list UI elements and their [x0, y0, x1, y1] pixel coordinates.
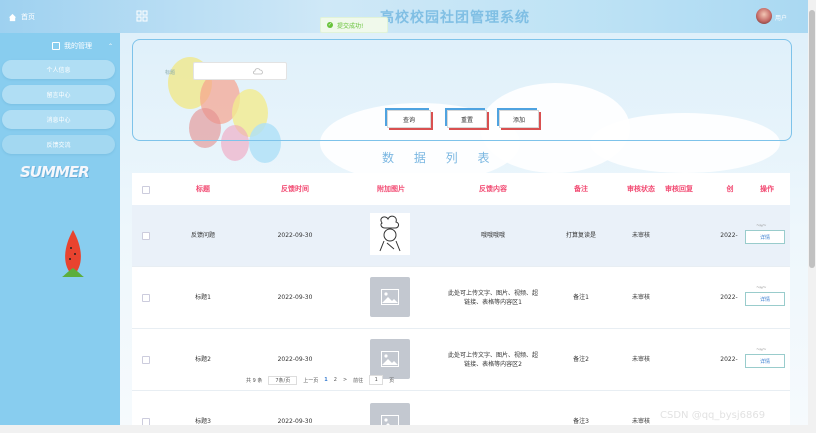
page-1-button[interactable]: 1	[324, 377, 327, 383]
avatar[interactable]	[756, 8, 772, 24]
sidebar-item-news[interactable]: 消息中心	[2, 110, 115, 129]
image-icon	[381, 289, 399, 305]
main-content: 标题 查询 重置 添加 数 据 列 表 标题 反馈时间 附加图片 反馈内容 备注…	[120, 33, 808, 433]
column-header: 附加图片	[377, 185, 405, 193]
sidebar-item-label: 消息中心	[46, 117, 71, 124]
select-all-checkbox[interactable]	[142, 186, 150, 194]
cell-remark: 备注1	[573, 294, 589, 301]
cell-remark: 打算复读是	[565, 232, 596, 239]
cell-time: 2022-09-30	[277, 232, 313, 239]
chef-sketch-image[interactable]	[370, 213, 410, 255]
column-header: 审核状态	[627, 185, 655, 193]
chevron-up-icon: ⌃	[108, 42, 114, 50]
home-icon	[8, 13, 17, 21]
page-2-button[interactable]: 2	[334, 377, 337, 383]
watermark: CSDN @qq_bysj6869	[660, 410, 766, 421]
column-header: 操作	[760, 185, 774, 193]
table-row: 标题1 2022-09-30 此处可上传文字、图片、视频、超链接、表格等内容区1…	[132, 267, 790, 329]
table-row: 标题2 2022-09-30 此处可上传文字、图片、视频、超链接、表格等内容区2…	[132, 329, 790, 391]
table-row: 反馈问题 2022-09-30 哦哦哦哦 打算复读是 未审核 2022- ~≈~…	[132, 205, 790, 267]
title-search-input[interactable]	[193, 62, 287, 80]
cell-title: 标题2	[195, 356, 211, 363]
cell-content: 哦哦哦哦	[480, 232, 505, 239]
cell-status: 未审核	[631, 232, 650, 239]
row-checkbox[interactable]	[142, 232, 150, 240]
detail-button[interactable]: 详情	[745, 230, 785, 244]
goto-page-input[interactable]: 1	[369, 375, 384, 385]
watermelon-illustration	[62, 230, 84, 277]
image-placeholder[interactable]	[370, 339, 410, 379]
cell-title: 反馈问题	[190, 232, 215, 239]
column-header: 标题	[196, 185, 210, 193]
sidebar-item-label: 个人信息	[46, 67, 71, 74]
sidebar: 我的管理 ⌃ 个人信息 留言中心 消息中心 反馈交流 SUMMER	[0, 33, 120, 433]
column-header: 创	[726, 185, 734, 193]
prev-page-button[interactable]: 上一页	[303, 377, 318, 384]
section-title: 数 据 列 表	[382, 151, 498, 165]
cell-title: 标题1	[195, 294, 211, 301]
cell-status: 未审核	[631, 356, 650, 363]
scrollbar-thumb[interactable]	[809, 10, 815, 268]
check-icon: ✓	[327, 22, 333, 28]
toast-text: 提交成功!	[337, 22, 364, 30]
menu-icon	[52, 42, 60, 50]
horizontal-scrollbar[interactable]	[0, 425, 808, 433]
row-checkbox[interactable]	[142, 294, 150, 302]
sidebar-item-label: 留言中心	[46, 92, 71, 99]
pager-total: 共 9 条	[246, 377, 263, 384]
cell-created: 2022-	[720, 356, 738, 363]
detail-button[interactable]: 详情	[745, 354, 785, 368]
search-field-label: 标题	[165, 70, 176, 76]
app-title: 高校校园社团管理系统	[380, 10, 530, 26]
image-placeholder[interactable]	[370, 277, 410, 317]
page-unit-label: 页	[389, 377, 395, 384]
image-icon	[381, 351, 399, 367]
sidebar-item-messages[interactable]: 留言中心	[2, 85, 115, 104]
cell-status: 未审核	[631, 294, 650, 301]
column-header: 反馈内容	[479, 185, 507, 193]
home-link[interactable]: 首页	[8, 10, 35, 24]
column-header: 反馈时间	[281, 185, 309, 193]
vertical-scrollbar[interactable]	[808, 0, 816, 433]
sidebar-group-label: 我的管理	[64, 42, 92, 50]
table-header: 标题 反馈时间 附加图片 反馈内容 备注 审核状态 审核回复 创 操作	[132, 173, 790, 205]
cell-created: 2022-	[720, 294, 738, 301]
grid-icon[interactable]	[136, 10, 148, 22]
ornament-icon: ~≈~	[756, 285, 767, 291]
cell-time: 2022-09-30	[277, 294, 313, 301]
next-page-button[interactable]: >	[343, 377, 347, 383]
sidebar-item-feedback[interactable]: 反馈交流	[2, 135, 115, 154]
pagination: 共 9 条 7条/页 上一页 1 2 > 前往 1 页	[246, 374, 394, 386]
cloud-icon	[253, 68, 263, 75]
ornament-icon: ~≈~	[756, 223, 767, 229]
row-checkbox[interactable]	[142, 356, 150, 364]
add-button[interactable]: 添加	[499, 110, 539, 128]
column-header: 备注	[574, 185, 588, 193]
app-window: 首页 高校校园社团管理系统 ✓ 提交成功! 用户 我的管理 ⌃ 个人信息 留言中…	[0, 0, 816, 433]
sidebar-item-label: 反馈交流	[46, 142, 71, 149]
sidebar-group-header[interactable]: 我的管理 ⌃	[0, 39, 120, 53]
search-panel: 标题 查询 重置 添加	[132, 39, 792, 141]
cell-content: 此处可上传文字、图片、视频、超链接、表格等内容区2	[448, 351, 539, 368]
cell-remark: 备注2	[573, 356, 589, 363]
home-label: 首页	[21, 13, 35, 21]
goto-label: 前往	[353, 377, 364, 384]
reset-button[interactable]: 重置	[447, 110, 487, 128]
user-label[interactable]: 用户	[775, 13, 787, 22]
success-toast: ✓ 提交成功!	[320, 17, 389, 33]
ornament-icon: ~≈~	[756, 347, 767, 353]
sidebar-item-profile[interactable]: 个人信息	[2, 60, 115, 79]
page-size-select[interactable]: 7条/页	[268, 375, 298, 385]
detail-button[interactable]: 详情	[745, 292, 785, 306]
column-header: 审核回复	[665, 185, 693, 193]
query-button[interactable]: 查询	[387, 110, 431, 128]
summer-banner: SUMMER	[20, 163, 90, 181]
cell-created: 2022-	[720, 232, 738, 239]
cell-content: 此处可上传文字、图片、视频、超链接、表格等内容区1	[448, 289, 539, 306]
top-bar: 首页 高校校园社团管理系统 ✓ 提交成功! 用户	[0, 0, 816, 33]
